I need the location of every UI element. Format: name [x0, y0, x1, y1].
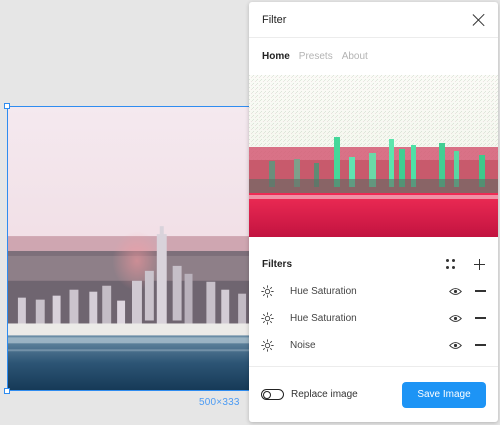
eye-icon[interactable] [449, 287, 462, 296]
remove-filter-icon[interactable] [475, 290, 486, 292]
filters-header: Filters [249, 253, 498, 275]
sun-icon [261, 284, 274, 298]
drag-dots-icon[interactable] [446, 259, 456, 269]
filtered-preview-image [249, 75, 498, 237]
resize-handle-top-left[interactable] [4, 103, 10, 109]
replace-image-toggle[interactable] [261, 389, 284, 400]
remove-filter-icon[interactable] [475, 317, 486, 319]
remove-filter-icon[interactable] [475, 344, 486, 346]
close-icon[interactable] [472, 13, 486, 27]
sun-icon [261, 311, 274, 325]
add-filter-icon[interactable] [474, 258, 485, 270]
city-photo [8, 107, 256, 390]
save-image-button[interactable]: Save Image [402, 381, 486, 408]
image-size-label: 500×333 [199, 397, 240, 408]
panel-title: Filter [262, 13, 287, 26]
panel-header: Filter [249, 2, 498, 38]
filter-row[interactable]: Hue Saturation [249, 308, 498, 328]
eye-icon[interactable] [449, 341, 462, 350]
filter-label: Hue Saturation [290, 285, 357, 297]
tab-presets[interactable]: Presets [299, 51, 333, 74]
filter-label: Hue Saturation [290, 312, 357, 324]
replace-image-label: Replace image [291, 389, 358, 400]
resize-handle-bottom-left[interactable] [4, 388, 10, 394]
filter-row[interactable]: Noise [249, 335, 498, 355]
tab-home[interactable]: Home [262, 51, 290, 74]
selected-image-frame[interactable] [7, 106, 257, 391]
filters-title: Filters [262, 258, 293, 270]
tab-about[interactable]: About [342, 51, 368, 74]
panel-tabs: Home Presets About [249, 38, 498, 74]
eye-icon[interactable] [449, 314, 462, 323]
filter-panel: Filter Home Presets About Filters Hue Sa… [249, 2, 498, 422]
filter-label: Noise [290, 339, 316, 351]
panel-footer: Replace image Save Image [249, 366, 498, 422]
sun-icon [261, 338, 274, 352]
filter-row[interactable]: Hue Saturation [249, 281, 498, 301]
